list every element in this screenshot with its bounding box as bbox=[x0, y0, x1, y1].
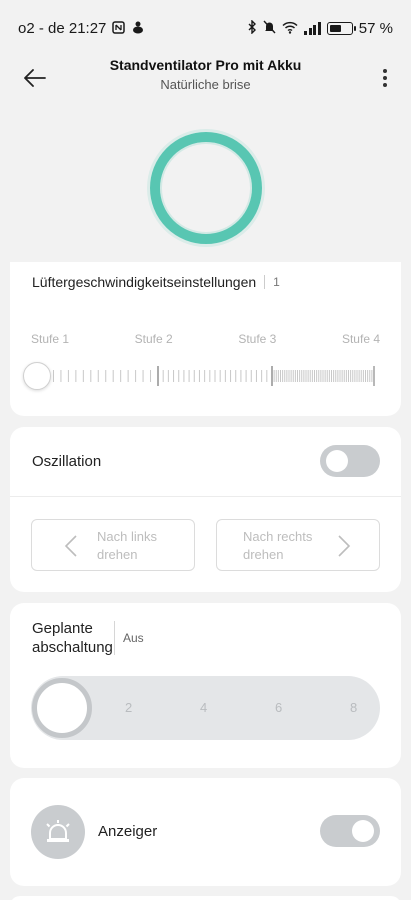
bluetooth-icon bbox=[247, 19, 257, 36]
shutdown-tick: 6 bbox=[275, 700, 283, 715]
toggle-knob bbox=[352, 820, 374, 842]
carrier-time: o2 - de 21:27 bbox=[18, 19, 107, 37]
nfc-icon bbox=[112, 20, 126, 36]
divider bbox=[264, 275, 266, 289]
indicator-toggle[interactable] bbox=[320, 815, 380, 847]
chevron-right-icon bbox=[338, 535, 351, 557]
oscillation-toggle[interactable] bbox=[320, 445, 380, 477]
speed-slider-thumb[interactable] bbox=[23, 362, 51, 390]
page-title: Standventilator Pro mit Akku bbox=[109, 57, 302, 73]
power-ring-area bbox=[0, 130, 411, 260]
rotate-left-label: Nach links drehen bbox=[97, 529, 157, 562]
speed-level-labels: Stufe 1 Stufe 2 Stufe 3 Stufe 4 bbox=[31, 332, 380, 346]
back-arrow-icon bbox=[24, 69, 46, 87]
signal-icon bbox=[304, 21, 321, 35]
speed-level-label: Stufe 2 bbox=[134, 332, 173, 346]
more-icon-dot bbox=[383, 83, 387, 87]
status-bar: o2 - de 21:27 57 % bbox=[0, 0, 411, 56]
more-icon-dot bbox=[383, 76, 387, 80]
wifi-icon bbox=[282, 21, 298, 36]
speed-level-label: Stufe 4 bbox=[341, 332, 380, 346]
app-header: Standventilator Pro mit Akku Natürliche … bbox=[0, 56, 411, 114]
divider bbox=[10, 496, 401, 497]
scheduled-shutdown-card: Geplante abschaltung Aus 2 4 6 8 bbox=[10, 603, 401, 768]
oscillation-card: Oszillation Nach links drehen Nach recht… bbox=[10, 427, 401, 592]
chevron-left-icon bbox=[64, 535, 77, 557]
rotate-left-button[interactable]: Nach links drehen bbox=[31, 519, 195, 571]
indicator-card: Anzeiger bbox=[10, 778, 401, 886]
fan-speed-title: Lüftergeschwindigkeitseinstellungen bbox=[32, 274, 257, 290]
alarm-light-icon bbox=[31, 805, 85, 859]
rotate-right-button[interactable]: Nach rechts drehen bbox=[216, 519, 380, 571]
battery-icon bbox=[326, 21, 356, 35]
status-left: o2 - de 21:27 bbox=[18, 20, 145, 37]
speed-level-label: Stufe 1 bbox=[31, 332, 70, 346]
mute-icon bbox=[263, 20, 276, 36]
toggle-knob bbox=[326, 450, 348, 472]
page-subtitle: Natürliche brise bbox=[160, 77, 251, 92]
back-button[interactable] bbox=[18, 64, 52, 92]
power-ring[interactable] bbox=[149, 132, 262, 244]
scheduled-shutdown-label: Geplante abschaltung bbox=[32, 620, 113, 656]
shutdown-slider-thumb[interactable] bbox=[32, 678, 92, 738]
title-wrap: Standventilator Pro mit Akku Natürliche … bbox=[60, 56, 351, 94]
rotate-right-label: Nach rechts drehen bbox=[243, 529, 313, 562]
status-right: 57 % bbox=[247, 19, 393, 37]
shutdown-tick: 8 bbox=[350, 700, 358, 715]
indicator-label: Anzeiger bbox=[98, 823, 158, 840]
next-card-peek bbox=[10, 896, 401, 900]
oscillation-label: Oszillation bbox=[32, 453, 102, 470]
more-options-button[interactable] bbox=[375, 64, 395, 92]
more-icon-dot bbox=[383, 69, 387, 73]
battery-percent: 57 % bbox=[358, 19, 393, 37]
fan-speed-card: Lüftergeschwindigkeitseinstellungen 1 St… bbox=[10, 262, 401, 416]
scheduled-shutdown-value: Aus bbox=[123, 631, 144, 645]
app-notification-icon bbox=[131, 20, 145, 36]
shutdown-tick: 2 bbox=[125, 700, 133, 715]
speed-slider-track[interactable] bbox=[34, 366, 377, 386]
shutdown-tick: 4 bbox=[200, 700, 208, 715]
speed-level-label: Stufe 3 bbox=[238, 332, 277, 346]
fan-speed-header: Lüftergeschwindigkeitseinstellungen 1 bbox=[32, 274, 280, 290]
divider bbox=[114, 621, 115, 655]
fan-speed-value: 1 bbox=[273, 275, 280, 289]
